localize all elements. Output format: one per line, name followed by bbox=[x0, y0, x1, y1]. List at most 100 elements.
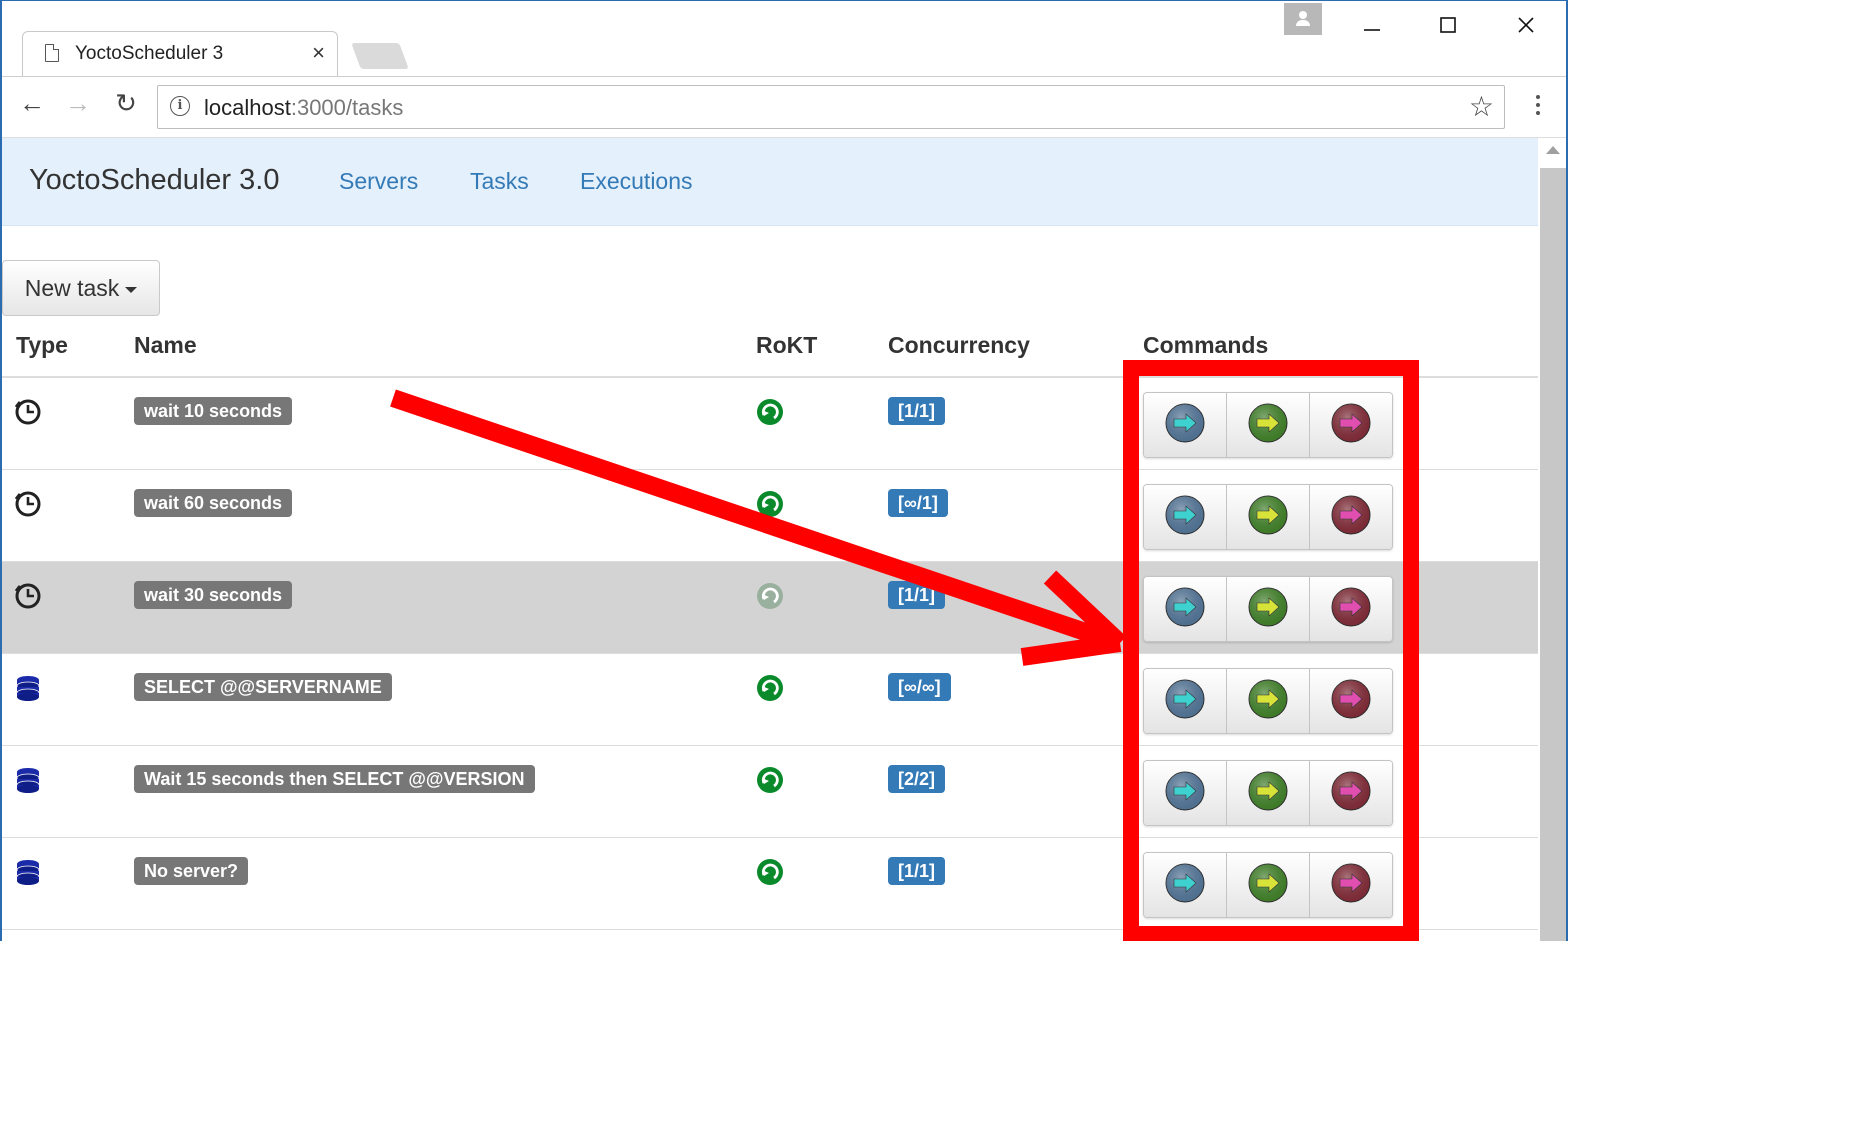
window-close-button[interactable] bbox=[1506, 9, 1546, 41]
bookmark-star-icon[interactable]: ☆ bbox=[1469, 90, 1494, 123]
caret-down-icon bbox=[125, 286, 138, 293]
minimize-icon bbox=[1364, 29, 1380, 31]
blue-arrow-button[interactable] bbox=[1144, 761, 1227, 825]
concurrency-badge: [1/1] bbox=[888, 397, 946, 425]
table-row[interactable]: No server? [1/1] bbox=[2, 838, 1538, 930]
new-task-button[interactable]: New task bbox=[2, 260, 160, 316]
command-button-group bbox=[1143, 484, 1393, 550]
red-arrow-icon bbox=[1330, 770, 1372, 817]
green-arrow-button[interactable] bbox=[1227, 761, 1310, 825]
column-header-name: Name bbox=[134, 332, 197, 358]
green-arrow-icon bbox=[1247, 678, 1289, 725]
user-profile-icon[interactable] bbox=[1284, 3, 1322, 35]
red-arrow-icon bbox=[1330, 862, 1372, 909]
red-arrow-icon bbox=[1330, 494, 1372, 541]
table-row[interactable]: Wait 15 seconds then SELECT @@VERSION [2/… bbox=[2, 746, 1538, 838]
blue-arrow-icon bbox=[1164, 678, 1206, 725]
browser-menu-icon[interactable] bbox=[1528, 91, 1548, 121]
blue-arrow-button[interactable] bbox=[1144, 577, 1227, 641]
command-button-group bbox=[1143, 668, 1393, 734]
table-row[interactable]: wait 60 seconds [∞/1] bbox=[2, 470, 1538, 562]
page-icon bbox=[45, 44, 59, 62]
minimize-button[interactable] bbox=[1352, 9, 1392, 41]
rokt-status-icon[interactable] bbox=[756, 398, 784, 426]
concurrency-badge: [1/1] bbox=[888, 581, 946, 609]
page-viewport: YoctoScheduler 3.0 Servers Tasks Executi… bbox=[2, 138, 1538, 941]
column-header-rokt: RoKT bbox=[756, 332, 818, 358]
clock-icon bbox=[14, 582, 42, 610]
red-arrow-button[interactable] bbox=[1310, 485, 1392, 549]
red-arrow-button[interactable] bbox=[1310, 393, 1392, 457]
clock-icon bbox=[14, 490, 42, 518]
task-name-label: No server? bbox=[134, 857, 249, 885]
task-name-label: wait 10 seconds bbox=[134, 397, 293, 425]
address-bar[interactable]: i localhost:3000/tasks ☆ bbox=[157, 85, 1505, 129]
tab-close-button[interactable]: × bbox=[312, 40, 325, 66]
task-name-label: wait 60 seconds bbox=[134, 489, 293, 517]
green-arrow-button[interactable] bbox=[1227, 669, 1310, 733]
window-border-left bbox=[0, 0, 2, 941]
blue-arrow-icon bbox=[1164, 402, 1206, 449]
concurrency-badge: [∞/∞] bbox=[888, 673, 951, 701]
new-task-label: New task bbox=[24, 274, 120, 301]
command-button-group bbox=[1143, 576, 1393, 642]
forward-button[interactable]: → bbox=[60, 85, 96, 121]
tab-title: YoctoScheduler 3 bbox=[75, 43, 224, 64]
info-icon[interactable]: i bbox=[170, 96, 190, 116]
column-header-concurrency: Concurrency bbox=[888, 332, 1030, 358]
task-name-label: Wait 15 seconds then SELECT @@VERSION bbox=[134, 765, 535, 793]
vertical-scrollbar[interactable] bbox=[1538, 138, 1568, 941]
blue-arrow-button[interactable] bbox=[1144, 669, 1227, 733]
blue-arrow-button[interactable] bbox=[1144, 853, 1227, 917]
reload-button[interactable]: ↻ bbox=[108, 85, 144, 121]
rokt-status-icon[interactable] bbox=[756, 858, 784, 886]
maximize-button[interactable] bbox=[1428, 9, 1468, 41]
green-arrow-button[interactable] bbox=[1227, 577, 1310, 641]
rokt-status-icon[interactable] bbox=[756, 582, 784, 610]
red-arrow-button[interactable] bbox=[1310, 761, 1392, 825]
close-icon bbox=[1518, 17, 1534, 33]
nav-link-executions[interactable]: Executions bbox=[580, 168, 693, 195]
new-tab-button[interactable] bbox=[351, 43, 409, 69]
red-arrow-button[interactable] bbox=[1310, 577, 1392, 641]
concurrency-badge: [1/1] bbox=[888, 857, 946, 885]
green-arrow-button[interactable] bbox=[1227, 393, 1310, 457]
red-arrow-icon bbox=[1330, 586, 1372, 633]
red-arrow-button[interactable] bbox=[1310, 853, 1392, 917]
rokt-status-icon[interactable] bbox=[756, 674, 784, 702]
table-row[interactable]: SELECT @@SERVERNAME [∞/∞] bbox=[2, 654, 1538, 746]
window-border-right bbox=[1566, 0, 1568, 941]
browser-tab[interactable]: YoctoScheduler 3 × bbox=[22, 31, 338, 78]
browser-titlebar: YoctoScheduler 3 × bbox=[0, 0, 1568, 78]
browser-toolbar: ← → ↻ i localhost:3000/tasks ☆ bbox=[0, 76, 1568, 138]
command-button-group bbox=[1143, 852, 1393, 918]
blue-arrow-icon bbox=[1164, 494, 1206, 541]
command-button-group bbox=[1143, 760, 1393, 826]
back-button[interactable]: ← bbox=[14, 85, 50, 121]
rokt-status-icon[interactable] bbox=[756, 490, 784, 518]
blue-arrow-icon bbox=[1164, 770, 1206, 817]
green-arrow-icon bbox=[1247, 770, 1289, 817]
green-arrow-button[interactable] bbox=[1227, 853, 1310, 917]
url-text[interactable]: localhost:3000/tasks bbox=[204, 95, 403, 121]
blue-arrow-icon bbox=[1164, 862, 1206, 909]
scrollbar-thumb[interactable] bbox=[1540, 168, 1566, 941]
green-arrow-icon bbox=[1247, 862, 1289, 909]
red-arrow-button[interactable] bbox=[1310, 669, 1392, 733]
table-row[interactable]: wait 30 seconds [1/1] bbox=[2, 562, 1538, 654]
rokt-status-icon[interactable] bbox=[756, 766, 784, 794]
brand-title[interactable]: YoctoScheduler 3.0 bbox=[29, 164, 279, 197]
table-row[interactable]: wait 10 seconds [1/1] bbox=[2, 378, 1538, 470]
database-icon bbox=[14, 858, 42, 886]
green-arrow-button[interactable] bbox=[1227, 485, 1310, 549]
nav-link-tasks[interactable]: Tasks bbox=[470, 168, 529, 195]
maximize-icon bbox=[1440, 17, 1456, 33]
scroll-up-arrow-icon[interactable] bbox=[1546, 146, 1560, 154]
green-arrow-icon bbox=[1247, 494, 1289, 541]
blue-arrow-button[interactable] bbox=[1144, 393, 1227, 457]
blue-arrow-icon bbox=[1164, 586, 1206, 633]
database-icon bbox=[14, 674, 42, 702]
clock-icon bbox=[14, 398, 42, 426]
blue-arrow-button[interactable] bbox=[1144, 485, 1227, 549]
nav-link-servers[interactable]: Servers bbox=[339, 168, 418, 195]
